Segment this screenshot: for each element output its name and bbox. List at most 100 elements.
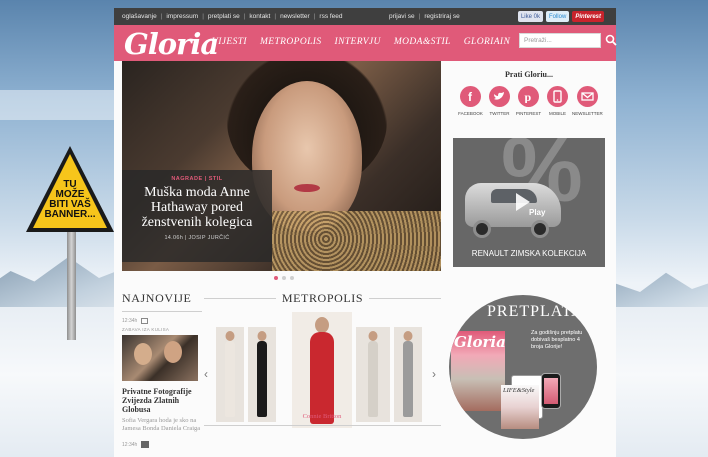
facebook-like-button[interactable]: Like 0k <box>517 11 543 22</box>
car-wheel <box>531 220 549 238</box>
search-icon[interactable] <box>605 34 617 46</box>
hero-title[interactable]: Muška moda Anne Hathaway pored ženstveni… <box>128 185 266 230</box>
link-pretplati-se[interactable]: pretplati se <box>208 13 240 20</box>
site-container: oglašavanje | impressum | pretplati se | ko… <box>114 8 617 457</box>
gallery-photo-active[interactable] <box>292 312 352 428</box>
magazine-logo: LIFE&Style <box>503 387 535 394</box>
follow-pinterest[interactable]: p PINTEREST <box>514 86 543 116</box>
site-logo[interactable]: Gloria <box>124 27 219 61</box>
gallery-photo[interactable] <box>216 327 244 422</box>
follow-mobile[interactable]: MOBILE <box>543 86 572 116</box>
magazine-cover-gloria: Gloria <box>451 331 506 411</box>
facebook-icon: f <box>460 86 481 107</box>
news-category[interactable]: ZABAVA IZA KULISA <box>122 327 202 332</box>
separator: | <box>202 13 204 20</box>
section-title: METROPOLIS <box>281 291 364 305</box>
follow-twitter[interactable]: TWITTER <box>485 86 514 116</box>
car-wheel <box>473 220 491 238</box>
twitter-follow-button[interactable]: Follow <box>545 11 570 22</box>
play-label[interactable]: Play <box>529 208 545 217</box>
hero-meta: 14.06h | JOSIP JURČIĆ <box>164 235 230 241</box>
photo-figure <box>310 332 334 424</box>
hero-slider[interactable]: NAGRADE | STIL Muška moda Anne Hathaway … <box>122 61 441 271</box>
photo-figure <box>225 341 235 417</box>
photo-figure <box>403 341 413 417</box>
link-impressum[interactable]: impressum <box>166 13 198 20</box>
subscription-promo[interactable]: PRETPLATA Za godišnju pretplatu dobivaš … <box>449 295 597 439</box>
news-time: 12:34h <box>122 441 202 448</box>
photo-head <box>225 331 235 341</box>
pinterest-button[interactable]: Pinterest <box>572 11 604 22</box>
photo-head <box>403 331 413 341</box>
gallery-next-arrow[interactable]: › <box>432 367 436 381</box>
news-title[interactable]: Privatne Fotografije Zvijezda Zlatnih Gl… <box>122 387 202 414</box>
nav-gloriain[interactable]: GLORIAIN <box>464 37 510 47</box>
header: Gloria VIJESTI METROPOLIS INTERVJU MODA&… <box>114 25 617 61</box>
follow-label: NEWSLETTER <box>572 111 603 116</box>
follow-label: MOBILE <box>548 111 566 116</box>
magazine-cover-lifestyle: LIFE&Style <box>501 385 539 429</box>
separator: | <box>418 13 421 20</box>
gallery-icon <box>141 318 149 324</box>
hero-image-lips <box>294 184 320 192</box>
gallery-prev-arrow[interactable]: ‹ <box>204 367 208 381</box>
hero-category[interactable]: NAGRADE | STIL <box>128 176 266 182</box>
main-nav: VIJESTI METROPOLIS INTERVJU MODA&STIL GL… <box>212 37 510 47</box>
link-rss-feed[interactable]: rss feed <box>319 13 342 20</box>
link-oglasavanje[interactable]: oglašavanje <box>122 13 157 20</box>
pinterest-icon: p <box>518 86 539 107</box>
follow-icons: f FACEBOOK TWITTER p PINTEREST MOBILE NE… <box>454 86 604 116</box>
follow-label: FACEBOOK <box>458 111 483 116</box>
search-input[interactable]: Pretraži... <box>519 33 601 48</box>
phone-image <box>541 373 561 409</box>
photo-head <box>257 331 267 341</box>
follow-label: TWITTER <box>489 111 510 116</box>
gallery-caption[interactable]: Connie Britton <box>292 413 352 420</box>
separator: | <box>243 13 246 20</box>
gallery-photo[interactable] <box>248 327 276 422</box>
slider-dots <box>274 276 294 280</box>
login-link[interactable]: prijavi se <box>389 13 415 20</box>
twitter-follow-label: Follow <box>548 13 567 20</box>
link-kontakt[interactable]: kontakt <box>249 13 270 20</box>
slider-dot[interactable] <box>290 276 294 280</box>
subscription-title: PRETPLATA <box>487 303 584 320</box>
follow-newsletter[interactable]: NEWSLETTER <box>572 86 603 116</box>
sign-text: TU MOŽE BITI VAŠ BANNER... <box>22 180 118 220</box>
register-link[interactable]: registriraj se <box>424 13 459 20</box>
social-buttons: Like 0k Follow Pinterest <box>517 11 604 22</box>
divider <box>122 311 202 312</box>
news-thumbnail[interactable] <box>122 335 198 381</box>
gallery-photo[interactable] <box>394 327 422 422</box>
photo-figure <box>368 341 378 417</box>
svg-text:p: p <box>525 90 532 103</box>
banner-sign[interactable]: TU MOŽE BITI VAŠ BANNER... <box>22 142 118 238</box>
gallery-photo[interactable] <box>356 327 390 422</box>
hero-image-dress <box>272 211 441 271</box>
renault-ad[interactable]: % Play RENAULT ZIMSKA KOLEKCIJA <box>453 138 605 267</box>
nav-intervju[interactable]: INTERVJU <box>335 37 381 47</box>
follow-facebook[interactable]: f FACEBOOK <box>456 86 485 116</box>
section-title: NAJNOVIJE <box>122 291 192 305</box>
video-icon <box>141 441 150 448</box>
magazine-logo: Gloria <box>454 333 506 351</box>
divider <box>204 425 441 426</box>
follow-title: Prati Gloriu... <box>505 70 553 79</box>
metropolis-header: METROPOLIS <box>204 291 441 306</box>
play-icon[interactable] <box>516 193 530 211</box>
hero-caption[interactable]: NAGRADE | STIL Muška moda Anne Hathaway … <box>122 170 272 262</box>
link-newsletter[interactable]: newsletter <box>280 13 310 20</box>
separator: | <box>274 13 277 20</box>
nav-metropolis[interactable]: METROPOLIS <box>260 37 322 47</box>
thumb-person <box>164 341 182 363</box>
slider-dot[interactable] <box>274 276 278 280</box>
news-time-text: 12:34h <box>122 441 138 448</box>
slider-dot[interactable] <box>282 276 286 280</box>
nav-vijesti[interactable]: VIJESTI <box>212 37 247 47</box>
news-desc: Sofia Vergara hoda je sko na Jamesa Bond… <box>122 417 201 432</box>
sky-haze <box>0 90 120 120</box>
newsletter-icon <box>576 86 598 107</box>
twitter-icon <box>489 86 510 107</box>
metropolis-section: METROPOLIS ‹ › Connie Britton <box>204 291 441 432</box>
nav-moda-stil[interactable]: MODA&STIL <box>394 37 451 47</box>
